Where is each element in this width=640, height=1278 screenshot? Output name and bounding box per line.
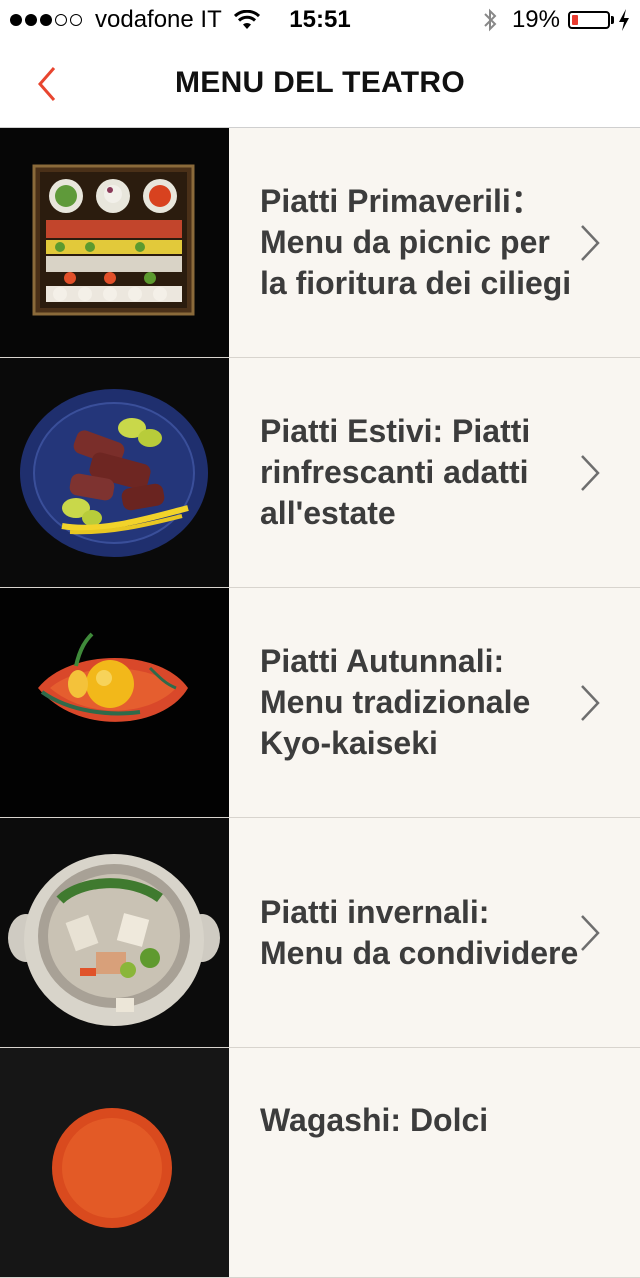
navigation-bar: MENU DEL TEATRO [0,40,640,128]
hot-pot-image [0,818,229,1047]
menu-list: Piatti Primaverili：Menu da picnic per la… [0,128,640,1278]
page-title: MENU DEL TEATRO [174,66,466,99]
bluetooth-icon [484,8,497,32]
menu-item-label: Piatti Estivi: Piatti rinfrescanti adatt… [260,413,531,531]
bento-box-image [0,128,229,357]
status-bar: vodafone IT 15:51 19% [0,0,640,40]
list-item-summer[interactable]: Piatti Estivi: Piatti rinfrescanti adatt… [0,358,640,588]
leaf-dish-image [0,588,229,817]
battery-nub [611,16,614,24]
menu-item-label: Piatti Autunnali: Menu tradizionale Kyo-… [260,643,531,761]
menu-item-label: Piatti Primaverili：Menu da picnic per la… [260,183,572,301]
menu-item-label: Piatti invernali: Menu da condividere [260,893,579,971]
chevron-right-icon [581,915,600,951]
battery-icon [568,11,610,29]
blue-plate-duck-image [0,358,229,587]
chevron-right-icon [581,455,600,491]
battery-level [572,15,578,25]
chevron-right-icon [581,225,600,261]
battery-percent: 19% [511,6,560,33]
charging-icon [619,9,629,31]
red-plate-image [0,1048,229,1277]
status-right: 19% [482,6,630,34]
chevron-right-icon [581,685,600,721]
list-item-winter[interactable]: Piatti invernali: Menu da condividere [0,818,640,1048]
list-item-spring[interactable]: Piatti Primaverili：Menu da picnic per la… [0,128,640,358]
list-item-autumn[interactable]: Piatti Autunnali: Menu tradizionale Kyo-… [0,588,640,818]
menu-item-label: Wagashi: Dolci [260,1102,489,1138]
list-item-wagashi[interactable]: Wagashi: Dolci [0,1048,640,1278]
